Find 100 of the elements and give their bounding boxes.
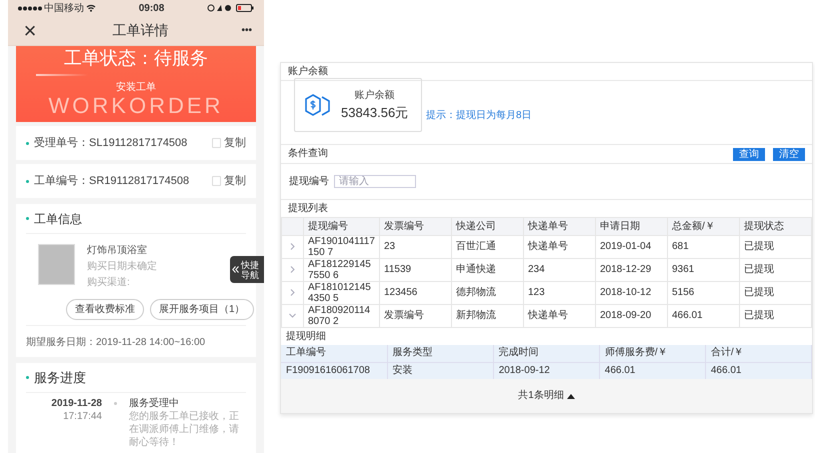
table-cell: 已提现 (740, 258, 812, 282)
table-cell: 123456 (380, 282, 452, 304)
section-title: 账户余额 (288, 66, 328, 78)
header-cell: 提现编号 (304, 218, 380, 236)
table-cell: 681 (668, 236, 740, 258)
banner-watermark: WORKORDER (48, 94, 224, 118)
header-cell: 快递公司 (452, 218, 524, 236)
detail-count: 共1条明细 (518, 390, 564, 402)
hint-text: 提示：提现日为每月8日 (426, 110, 532, 122)
action-button[interactable]: 查询 (733, 148, 765, 160)
chevron-icon (289, 312, 296, 318)
table-cell: 已提现 (740, 236, 812, 258)
carrier-name: 中国移动 (44, 2, 84, 16)
wifi-icon (86, 4, 96, 12)
section-title: 工单信息 (34, 210, 82, 228)
header-cell: 合计/￥ (705, 345, 812, 362)
status-icons (206, 4, 233, 12)
copy-button[interactable]: 复制 (212, 172, 246, 190)
quick-nav-button[interactable]: 快捷导航 (230, 256, 264, 283)
bullet-icon (26, 376, 29, 379)
table-cell: 466.01 (668, 304, 740, 328)
header-cell: 师傅服务费/￥ (599, 345, 706, 362)
section-title: 提现列表 (288, 202, 328, 214)
table-cell: 已提现 (740, 282, 812, 304)
table-cell: 5156 (668, 282, 740, 304)
table-cell: AF1901041117150 7 (304, 236, 380, 258)
table-cell: 234 (524, 258, 596, 282)
bullet-icon (26, 180, 29, 182)
table-cell: 德邦物流 (452, 282, 524, 304)
section-title: 条件查询 (288, 148, 328, 160)
clock-time: 09:08 (138, 2, 164, 16)
signal-icon (18, 6, 42, 10)
table-cell: 2018-12-29 (596, 258, 668, 282)
header-cell: 服务类型 (387, 345, 494, 362)
purchase-channel: 购买渠道: (87, 276, 131, 289)
outline-button[interactable]: 展开服务项目（1） (150, 299, 254, 320)
table-cell: 快递单号 (524, 304, 596, 328)
id-text: 工单编号：SR19112817174508 (34, 174, 190, 189)
header-cell: 发票编号 (380, 218, 452, 236)
more-button[interactable]: ••• (241, 23, 252, 38)
table-cell: 123 (524, 282, 596, 304)
entry-date: 2019-11-28 (51, 397, 102, 410)
copy-icon (212, 138, 221, 148)
copy-icon (212, 176, 221, 186)
double-chevron-icon (232, 266, 239, 273)
coin-icon (305, 93, 333, 117)
header-cell: 总金额/￥ (668, 218, 740, 236)
order-status: 工单状态：待服务 (64, 47, 208, 69)
table-cell: 9361 (668, 258, 740, 282)
table-cell: AF1812291457550 6 (304, 258, 380, 282)
expand-cell[interactable] (282, 258, 304, 282)
table-cell: 2018-10-12 (596, 282, 668, 304)
bullet-icon (26, 142, 29, 144)
table-cell: 已提现 (740, 304, 812, 328)
table-cell: 23 (380, 236, 452, 258)
expand-cell[interactable] (282, 304, 304, 328)
page-title: 工单详情 (112, 21, 169, 40)
chevron-icon (290, 242, 295, 250)
copy-button[interactable]: 复制 (212, 134, 246, 152)
purchase-date: 购买日期未确定 (87, 260, 157, 273)
expected-date: 期望服务日期：2019-11-28 14:00~16:00 (26, 337, 206, 348)
entry-title: 服务受理中 (129, 397, 179, 410)
bullet-icon (26, 217, 29, 220)
header-cell: 申请日期 (596, 218, 668, 236)
entry-text: 您的服务工单已接收，正在调派师傅上门维修，请耐心等待！ (129, 410, 240, 449)
table-cell: 百世汇通 (452, 236, 524, 258)
table-cell: 申通快递 (452, 258, 524, 282)
expand-cell[interactable] (282, 282, 304, 304)
table-cell: 快递单号 (524, 236, 596, 258)
product-name: 灯饰吊顶浴室 (87, 244, 148, 257)
table-cell: AF1809201148070 2 (304, 304, 380, 328)
section-title: 提现明细 (286, 330, 326, 342)
section-title: 服务进度 (34, 368, 86, 387)
table-cell: AF1810121454350 5 (304, 282, 380, 304)
entry-time: 17:17:44 (63, 410, 102, 423)
balance-amount: 53843.56元 (341, 104, 408, 120)
chevron-icon (290, 266, 295, 273)
table-cell: 新邦物流 (452, 304, 524, 328)
table-cell: 2019-01-04 (596, 236, 668, 258)
input-field[interactable]: 请输入 (334, 175, 416, 188)
photo-placeholder (38, 244, 75, 285)
table-cell: 2018-09-20 (596, 304, 668, 328)
progress-line (36, 74, 88, 76)
close-button[interactable]: × (20, 20, 40, 42)
chevron-icon (290, 288, 295, 296)
outline-button[interactable]: 查看收费标准 (66, 299, 144, 320)
field-label: 提现编号 (289, 176, 329, 188)
header-cell: 完成时间 (493, 345, 600, 362)
header-cell: 提现状态 (740, 218, 812, 236)
battery-icon (236, 4, 254, 12)
header-cell: 快递单号 (524, 218, 596, 236)
expand-cell[interactable] (282, 236, 304, 258)
action-button[interactable]: 清空 (773, 148, 805, 160)
balance-label: 账户余额 (354, 90, 395, 102)
table-cell: 11539 (380, 258, 452, 282)
collapse-caret-icon (566, 394, 575, 398)
id-text: 受理单号：SL19112817174508 (34, 136, 188, 151)
header-cell: 工单编号 (281, 345, 388, 362)
table-cell: 发票编号 (380, 304, 452, 328)
order-type: 安装工单 (116, 82, 156, 94)
